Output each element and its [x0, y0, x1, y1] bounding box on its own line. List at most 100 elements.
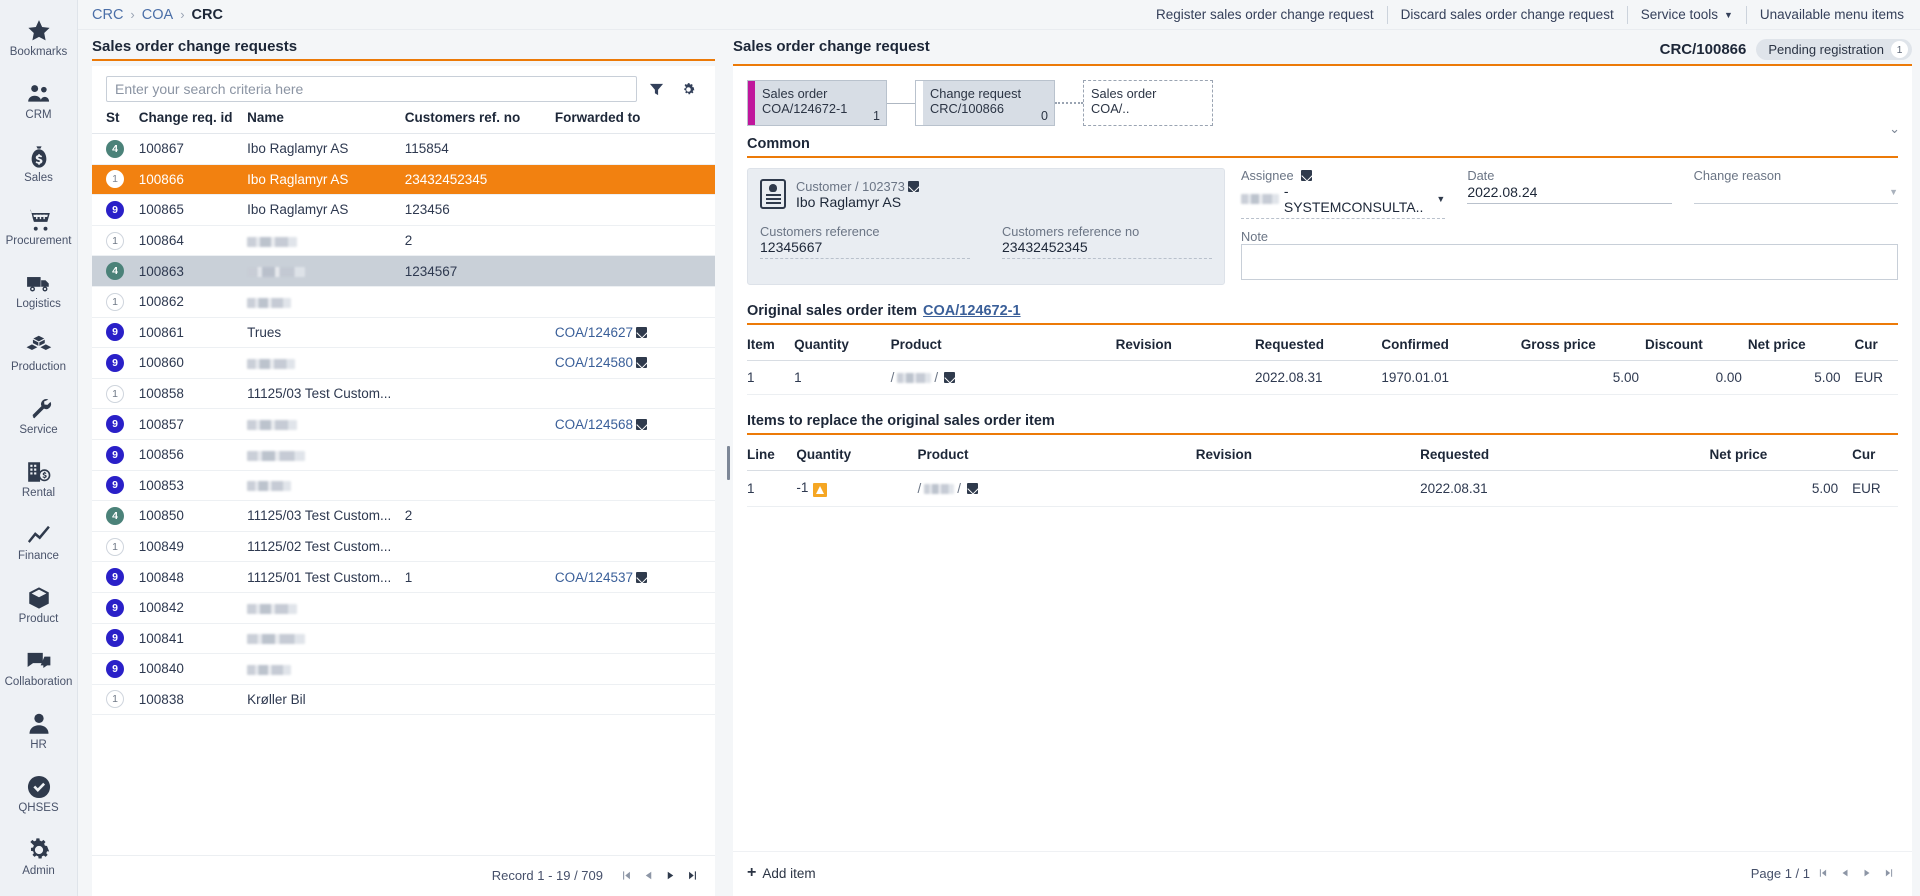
- table-row[interactable]: 1 100849 11125/02 Test Custom...: [92, 531, 715, 563]
- col-header-name[interactable]: Name: [247, 110, 405, 134]
- search-input[interactable]: [106, 76, 637, 102]
- sidebar-item-collaboration[interactable]: Collaboration: [0, 636, 77, 699]
- table-row[interactable]: 1 100864 2: [92, 225, 715, 257]
- open-external-icon[interactable]: [635, 418, 647, 430]
- assignee-select[interactable]: - SYSTEMCONSULTA.. ▼: [1241, 183, 1446, 219]
- sidebar-item-finance[interactable]: Finance: [0, 510, 77, 573]
- table-row[interactable]: 4 100863 1234567: [92, 255, 715, 287]
- breadcrumb-item-2[interactable]: COA: [142, 7, 173, 23]
- field-value[interactable]: 12345667: [760, 239, 970, 259]
- table-row[interactable]: 9 100853: [92, 470, 715, 502]
- sidebar-item-product[interactable]: Product: [0, 573, 77, 636]
- customer-card[interactable]: Customer / 102373 Ibo Raglamyr AS Custom…: [747, 168, 1225, 285]
- sidebar-item-production[interactable]: Production: [0, 321, 77, 384]
- sidebar-item-logistics[interactable]: Logistics: [0, 258, 77, 321]
- workflow-node-change-request[interactable]: Change request CRC/100866 0: [915, 80, 1055, 126]
- open-external-icon[interactable]: [1300, 170, 1312, 181]
- col-header-change-req-id[interactable]: Change req. id: [138, 110, 248, 134]
- panel-splitter[interactable]: [723, 30, 733, 896]
- table-row[interactable]: 9 100865 Ibo Raglamyr AS 123456: [92, 194, 715, 226]
- note-textarea[interactable]: [1241, 244, 1898, 280]
- col-header-item[interactable]: Item: [747, 331, 795, 361]
- gear-icon[interactable]: [675, 76, 701, 102]
- list-table-scroll[interactable]: St Change req. id Name Customers ref. no…: [92, 110, 715, 855]
- field-value[interactable]: 23432452345: [1002, 239, 1212, 259]
- filter-icon[interactable]: [643, 76, 669, 102]
- table-row[interactable]: 4 100867 Ibo Raglamyr AS 115854: [92, 133, 715, 165]
- workflow-node-future-sales-order[interactable]: Sales order COA/..: [1083, 80, 1213, 126]
- col-header-customers-ref-no[interactable]: Customers ref. no: [404, 110, 555, 134]
- col-header-discount[interactable]: Discount: [1645, 331, 1748, 361]
- table-row[interactable]: 9 100841: [92, 623, 715, 655]
- sidebar-item-bookmarks[interactable]: Bookmarks: [0, 6, 77, 69]
- sidebar-item-rental[interactable]: Rental: [0, 447, 77, 510]
- col-header-status[interactable]: St: [92, 110, 139, 134]
- discard-sales-order-change-request-button[interactable]: Discard sales order change request: [1388, 5, 1628, 24]
- open-external-icon[interactable]: [635, 571, 647, 583]
- open-external-icon[interactable]: [635, 326, 647, 338]
- register-sales-order-change-request-button[interactable]: Register sales order change request: [1143, 5, 1388, 24]
- unavailable-menu-items-button[interactable]: Unavailable menu items: [1747, 6, 1920, 24]
- table-row[interactable]: 1 1 // 2022.08.31 1970.01.01 5.00 0.00 5…: [747, 360, 1898, 395]
- col-header-net-price[interactable]: Net price: [1709, 441, 1845, 471]
- col-header-forwarded-to[interactable]: Forwarded to: [554, 110, 715, 134]
- table-row[interactable]: 1 -1 // 2022.08.31 5.00 EUR: [747, 470, 1898, 507]
- open-external-icon[interactable]: [944, 372, 956, 383]
- status-badge[interactable]: Pending registration 1: [1756, 39, 1912, 60]
- table-row[interactable]: 9 100856: [92, 439, 715, 471]
- col-header-revision[interactable]: Revision: [1195, 441, 1421, 471]
- col-header-gross-price[interactable]: Gross price: [1520, 331, 1646, 361]
- col-header-product[interactable]: Product: [890, 331, 1116, 361]
- prev-page-button[interactable]: [1836, 864, 1854, 882]
- col-header-requested[interactable]: Requested: [1420, 441, 1710, 471]
- original-item-link[interactable]: COA/124672-1: [923, 303, 1021, 319]
- table-row[interactable]: 1 100862: [92, 286, 715, 318]
- col-header-requested[interactable]: Requested: [1254, 331, 1382, 361]
- prev-page-button[interactable]: [639, 866, 657, 884]
- product-value[interactable]: / /: [891, 370, 956, 385]
- open-external-icon[interactable]: [635, 357, 647, 369]
- last-page-button[interactable]: [683, 866, 701, 884]
- col-header-confirmed[interactable]: Confirmed: [1381, 331, 1521, 361]
- col-header-product[interactable]: Product: [917, 441, 1196, 471]
- sidebar-item-service[interactable]: Service: [0, 384, 77, 447]
- table-row[interactable]: 1 100858 11125/03 Test Custom...: [92, 378, 715, 410]
- splitter-grip[interactable]: [726, 446, 730, 480]
- change-reason-select[interactable]: ▼: [1693, 183, 1898, 204]
- warning-icon[interactable]: [813, 483, 828, 497]
- table-row[interactable]: 9 100860 COA/124580: [92, 347, 715, 379]
- sidebar-item-admin[interactable]: Admin: [0, 825, 77, 888]
- forwarded-to-link[interactable]: COA/124580: [555, 355, 633, 370]
- first-page-button[interactable]: [617, 866, 635, 884]
- forwarded-to-link[interactable]: COA/124627: [555, 325, 633, 340]
- table-row[interactable]: 9 100861 Trues COA/124627: [92, 317, 715, 349]
- table-row[interactable]: 9 100857 COA/124568: [92, 408, 715, 440]
- service-tools-menu[interactable]: Service tools ▼: [1628, 5, 1747, 24]
- sidebar-item-sales[interactable]: Sales: [0, 132, 77, 195]
- date-input[interactable]: 2022.08.24: [1467, 183, 1672, 204]
- last-page-button[interactable]: [1880, 864, 1898, 882]
- col-header-net-price[interactable]: Net price: [1747, 331, 1847, 361]
- col-header-cur[interactable]: Cur: [1846, 331, 1898, 361]
- forwarded-to-link[interactable]: COA/124568: [555, 417, 633, 432]
- col-header-quantity[interactable]: Quantity: [794, 331, 891, 361]
- first-page-button[interactable]: [1814, 864, 1832, 882]
- workflow-node-sales-order[interactable]: Sales order COA/124672-1 1: [747, 80, 887, 126]
- col-header-cur[interactable]: Cur: [1844, 441, 1898, 471]
- next-page-button[interactable]: [1858, 864, 1876, 882]
- add-item-button[interactable]: + Add item: [747, 865, 816, 881]
- col-header-line[interactable]: Line: [747, 441, 797, 471]
- table-row[interactable]: 9 100848 11125/01 Test Custom... 1 COA/12453…: [92, 561, 715, 593]
- table-row[interactable]: 9 100842: [92, 592, 715, 624]
- col-header-revision[interactable]: Revision: [1115, 331, 1255, 361]
- table-row[interactable]: 1 100838 Krøller Bil: [92, 684, 715, 716]
- next-page-button[interactable]: [661, 866, 679, 884]
- sidebar-item-hr[interactable]: HR: [0, 699, 77, 762]
- open-external-icon[interactable]: [907, 181, 919, 192]
- table-row[interactable]: 1 100866 Ibo Raglamyr AS 23432452345: [92, 164, 715, 196]
- open-external-icon[interactable]: [967, 483, 979, 494]
- product-value[interactable]: / /: [918, 481, 979, 496]
- sidebar-item-procurement[interactable]: Procurement: [0, 195, 77, 258]
- table-row[interactable]: 4 100850 11125/03 Test Custom... 2: [92, 500, 715, 532]
- collapse-workflow-chevron-icon[interactable]: ⌄: [1889, 122, 1900, 135]
